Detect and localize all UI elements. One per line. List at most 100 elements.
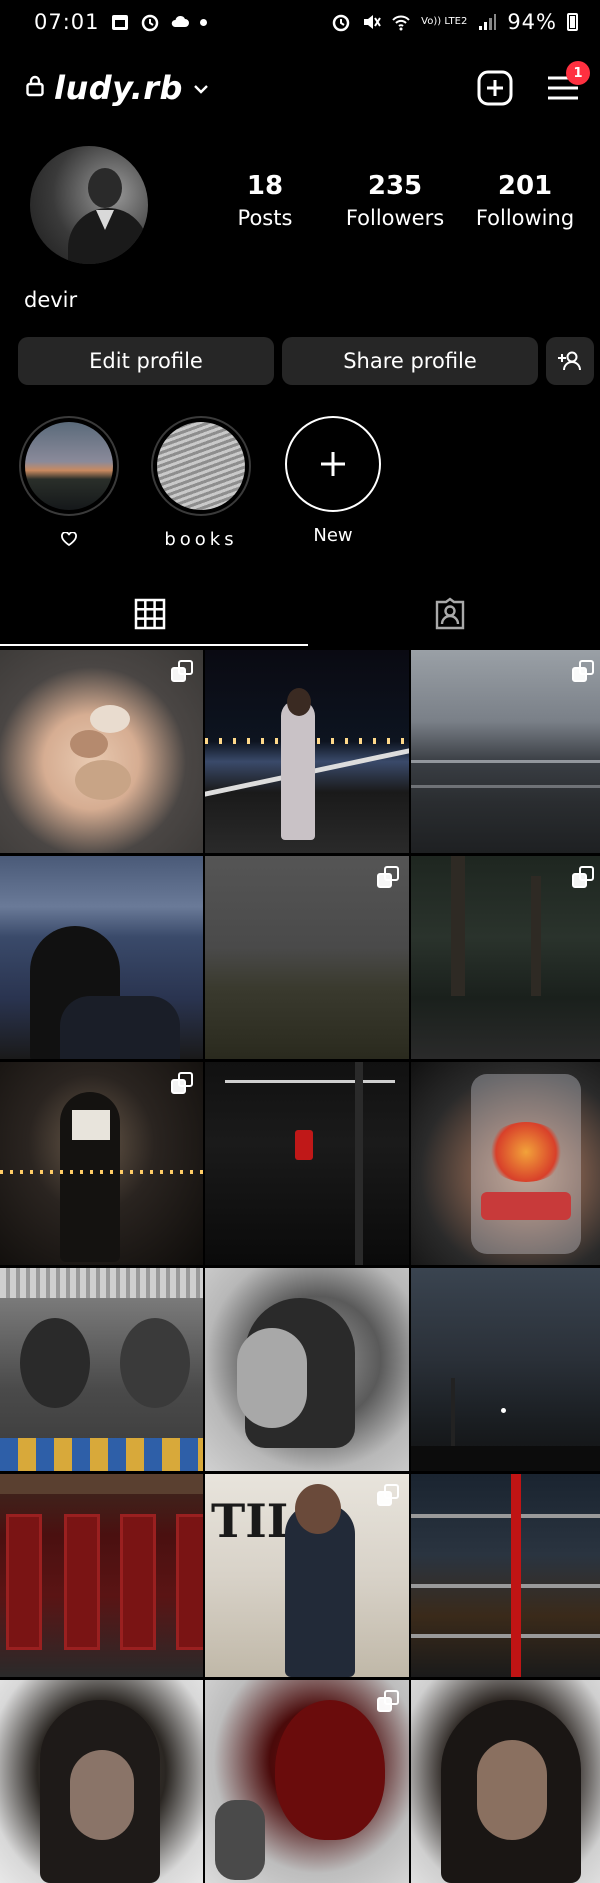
wave-line [411, 760, 600, 763]
post-thumbnail[interactable] [411, 1474, 600, 1677]
signal-icon [477, 12, 497, 32]
poster-panel [64, 1514, 100, 1650]
highlight-label [61, 528, 77, 550]
cup-label [481, 1192, 571, 1220]
plus-square-icon [477, 70, 513, 106]
carousel-icon [171, 660, 193, 682]
post-thumbnail[interactable] [411, 1680, 600, 1883]
alarm-icon [331, 12, 351, 32]
story-highlights: books New [18, 416, 384, 550]
fridge-shelf [411, 1634, 600, 1638]
edit-profile-button[interactable]: Edit profile [18, 337, 274, 385]
tab-posts-grid[interactable] [0, 582, 308, 646]
profile-tabs [0, 582, 600, 646]
post-thumbnail[interactable] [0, 1062, 203, 1265]
post-thumbnail[interactable] [205, 1268, 409, 1471]
stat-number: 18 [246, 171, 284, 201]
post-thumbnail[interactable] [411, 650, 600, 853]
poster-panel [120, 1514, 156, 1650]
new-highlight-button[interactable] [285, 416, 381, 512]
pedestrian-signal [295, 1130, 313, 1160]
share-profile-button[interactable]: Share profile [282, 337, 538, 385]
stat-number: 235 [367, 171, 423, 201]
tab-tagged[interactable] [300, 582, 600, 646]
shell-shape [75, 760, 131, 800]
post-thumbnail[interactable] [205, 650, 409, 853]
post-thumbnail[interactable] [0, 650, 203, 853]
portrait-face [70, 1750, 134, 1840]
mural-face [20, 1318, 90, 1408]
post-thumbnail[interactable] [411, 1062, 600, 1265]
person-head [287, 688, 311, 716]
wall-panel [0, 1268, 203, 1298]
ceiling-light [225, 1080, 395, 1083]
fridge-shelf [411, 1584, 600, 1588]
street-light [501, 1408, 506, 1413]
stat-following[interactable]: 201 Following [460, 170, 590, 234]
alarm-icon [140, 12, 160, 32]
pole [355, 1062, 363, 1265]
battery-percent: 94% [507, 10, 557, 34]
post-thumbnail[interactable] [0, 856, 203, 1059]
carousel-icon [171, 1072, 193, 1094]
discover-people-button[interactable] [546, 337, 594, 385]
post-thumbnail[interactable] [0, 1268, 203, 1471]
tree-trunk [451, 856, 465, 996]
stat-label: Followers [345, 206, 445, 230]
create-button[interactable] [476, 69, 514, 107]
profile-actions: Edit profile Share profile [18, 337, 596, 385]
status-bar: 07:01 Vo)) LTE2 94% [0, 0, 600, 44]
wifi-icon [391, 12, 411, 32]
post-thumbnail[interactable] [411, 856, 600, 1059]
profile-header: ludy.rb 1 [0, 56, 600, 120]
cup-logo [486, 1122, 566, 1182]
shell-shape [90, 705, 130, 733]
red-pole [511, 1474, 521, 1677]
person-shoulders [60, 996, 180, 1059]
carousel-icon [377, 1484, 399, 1506]
post-thumbnail[interactable] [411, 1268, 600, 1471]
horizon [411, 1446, 600, 1471]
portrait-face [237, 1328, 307, 1428]
post-thumbnail[interactable]: TIL [205, 1474, 409, 1677]
stat-number: 201 [497, 171, 553, 201]
tagged-icon [435, 597, 465, 630]
avatar-head [88, 168, 122, 208]
person-head [295, 1484, 341, 1534]
string-lights [0, 1170, 203, 1174]
stat-posts[interactable]: 18 Posts [200, 170, 330, 234]
post-thumbnail[interactable] [205, 1062, 409, 1265]
highlight-books[interactable]: books [150, 416, 252, 550]
heart-icon [61, 532, 77, 546]
checkered-floor [0, 1438, 203, 1471]
highlight-label: New [313, 524, 353, 546]
menu-button[interactable]: 1 [544, 61, 590, 107]
wave-line [411, 785, 600, 788]
avatar[interactable] [30, 146, 148, 264]
username-switcher[interactable]: ludy.rb [54, 69, 183, 107]
carousel-icon [572, 660, 594, 682]
mural-face [120, 1318, 190, 1408]
fridge-shelf [411, 1514, 600, 1518]
carousel-icon [377, 1690, 399, 1712]
stat-followers[interactable]: 235 Followers [330, 170, 460, 234]
highlight-cover [25, 422, 113, 510]
chevron-down-icon[interactable] [193, 79, 209, 98]
post-thumbnail[interactable] [0, 1474, 203, 1677]
ceiling [0, 1474, 203, 1494]
post-thumbnail[interactable] [205, 856, 409, 1059]
stat-label: Following [475, 206, 575, 230]
post-thumbnail[interactable] [205, 1680, 409, 1883]
calendar-icon [110, 12, 130, 32]
highlight-ring [151, 416, 251, 516]
profile-stats: 18 Posts 235 Followers 201 Following [200, 170, 590, 234]
plus-icon [321, 452, 345, 476]
highlight-cover [157, 422, 245, 510]
network-type: Vo)) LTE2 [421, 16, 468, 27]
highlight-heart[interactable] [18, 416, 120, 550]
cloud-icon [170, 12, 190, 32]
highlight-new[interactable]: New [282, 416, 384, 550]
post-thumbnail[interactable] [0, 1680, 203, 1883]
heart-artwork [275, 1700, 385, 1840]
poster-panel [176, 1514, 203, 1650]
